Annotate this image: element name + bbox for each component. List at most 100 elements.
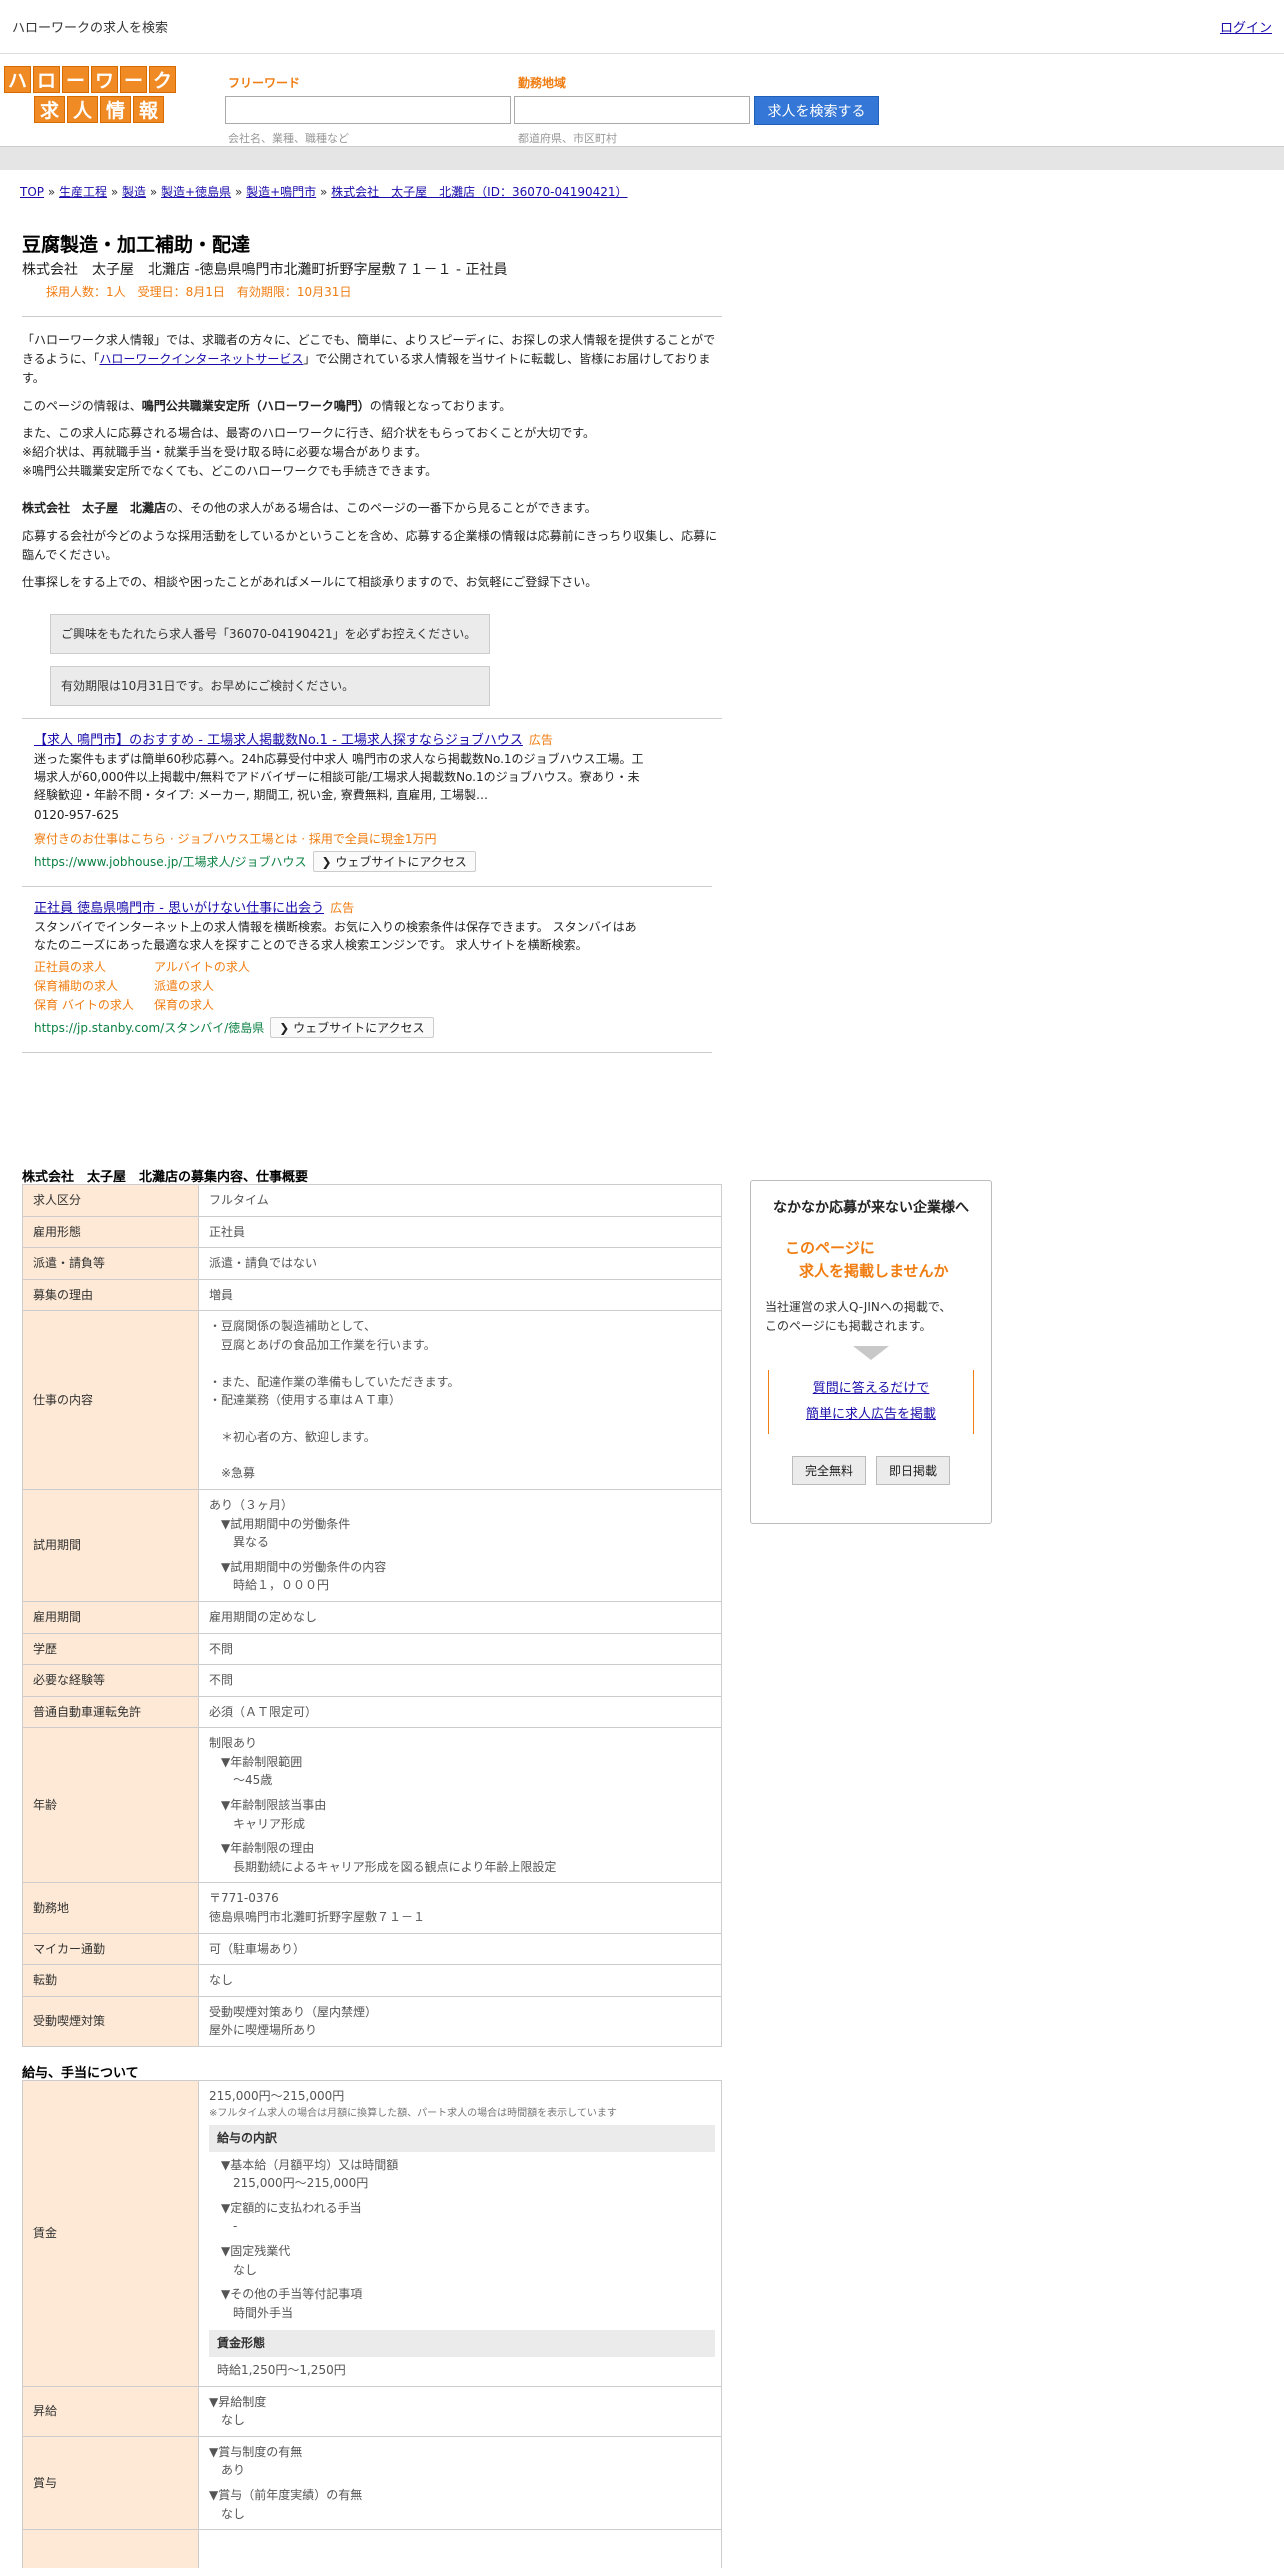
- apply-paragraph: また、この求人に応募される場合は、最寄のハローワークに行き、紹介状をもらっておく…: [22, 424, 722, 482]
- row-value: 正社員: [198, 1215, 722, 1249]
- job-desc-line: ・配達業務（使用する車はＡＴ車）: [209, 1393, 402, 1408]
- logo-char: 求: [34, 96, 65, 123]
- logo-char: 人: [67, 96, 98, 123]
- ad-sitelinks[interactable]: 寮付きのお仕事はこちら · ジョブハウス工場とは · 採用で全員に現金1万円: [34, 830, 712, 847]
- value-line: なし: [221, 2506, 246, 2521]
- login-link[interactable]: ログイン: [1220, 17, 1272, 36]
- table-row: 雇用期間 雇用期間の定めなし: [22, 1600, 722, 1634]
- value-line: 屋外に喫煙場所あり: [209, 2023, 318, 2038]
- free-button[interactable]: 完全無料: [791, 1456, 866, 1486]
- ad-url[interactable]: https://jp.stanby.com/スタンバイ/徳島県: [34, 1019, 264, 1036]
- row-value: ▼賞与制度の有無 あり ▼賞与（前年度実績）の有無 なし: [198, 2435, 722, 2531]
- row-key: 募集の理由: [22, 1278, 199, 1312]
- details-title: 株式会社 太子屋 北灘店の募集内容、仕事概要: [22, 1170, 309, 1185]
- table-row: 年齢 制限あり ▼年齢制限範囲 〜45歳 ▼年齢制限該当事由 キャリア形成 ▼年…: [22, 1727, 722, 1884]
- collect-info-paragraph: 応募する会社が今どのような採用活動をしているかということを含め、応募する企業様の…: [22, 528, 718, 562]
- breadcrumb-sep: »: [320, 185, 328, 199]
- down-arrow-icon: [853, 1346, 889, 1361]
- advertise-promo-box: なかなか応募が来ない企業様へ このページに 求人を掲載しませんか 当社運営の求人…: [750, 1180, 992, 1524]
- job-desc-line: [209, 1446, 711, 1464]
- promo-desc-line: 当社運営の求人Q-JINへの掲載で、: [765, 1300, 952, 1314]
- search-button[interactable]: 求人を検索する: [754, 96, 879, 125]
- visit-website-button[interactable]: ❯ ウェブサイトにアクセス: [270, 1017, 434, 1039]
- ad-sitelink[interactable]: 保育補助の求人: [34, 977, 154, 994]
- row-value: 制限あり ▼年齢制限範囲 〜45歳 ▼年齢制限該当事由 キャリア形成 ▼年齢制限…: [198, 1727, 722, 1884]
- logo-char: ハ: [4, 66, 31, 93]
- ad-sitelink[interactable]: アルバイトの求人: [154, 958, 274, 975]
- job-desc-line: [209, 1410, 711, 1428]
- breadcrumb-company[interactable]: 株式会社 太子屋 北灘店（ID：36070-04190421）: [331, 185, 627, 199]
- deadline-notice: 有効期限は10月31日です。お早めにご検討ください。: [50, 666, 490, 707]
- ad-item: 正社員 徳島県鳴門市 - 思いがけない仕事に出会う 広告 スタンバイでインターネッ…: [22, 887, 712, 1054]
- job-desc-line: ・豆腐関係の製造補助として、: [209, 1319, 377, 1334]
- promo-cta-link[interactable]: 簡単に求人広告を掲載: [806, 1407, 936, 1422]
- value-line: 215,000円〜215,000円: [233, 2176, 369, 2191]
- row-key: 仕事の内容: [22, 1310, 199, 1490]
- value-line: ▼年齢制限の理由: [221, 1841, 315, 1856]
- row-key: 求人区分: [22, 1184, 199, 1217]
- ad-url[interactable]: https://www.jobhouse.jp/工場求人/ジョブハウス: [34, 853, 307, 870]
- ad-link-grid: 正社員の求人 アルバイトの求人 保育補助の求人 派遣の求人 保育 バイトの求人 …: [34, 958, 712, 1013]
- intro-paragraph: 「ハローワーク求人情報」では、求職者の方々に、どこでも、簡単に、よりスピーディに…: [22, 331, 722, 389]
- job-meta: 採用人数：1人 受理日：8月1日 有効期限：10月31日: [46, 285, 352, 299]
- ad-sitelink[interactable]: 保育 バイトの求人: [34, 996, 154, 1013]
- company-line: 株式会社 太子屋 北灘店 -徳島県鳴門市北灘町折野字屋敷７１－１ - 正社員: [22, 262, 508, 278]
- main-content: 豆腐製造・加工補助・配達 株式会社 太子屋 北灘店 -徳島県鳴門市北灘町折野字屋…: [22, 230, 722, 1054]
- visit-website-button[interactable]: ❯ ウェブサイトにアクセス: [312, 851, 476, 873]
- breadcrumb-production[interactable]: 生産工程: [59, 185, 107, 199]
- breadcrumb-manufacturing[interactable]: 製造: [122, 185, 146, 199]
- header-divider: [0, 146, 1284, 170]
- ad-sitelink[interactable]: 正社員の求人: [34, 958, 154, 975]
- ad-title-link[interactable]: 正社員 徳島県鳴門市 - 思いがけない仕事に出会う: [34, 901, 324, 916]
- ad-body: スタンバイでインターネット上の求人情報を横断検索。お気に入りの検索条件は保存でき…: [34, 920, 637, 953]
- ad-sitelink[interactable]: 保育の求人: [154, 996, 274, 1013]
- table-row: 試用期間 あり（３ヶ月） ▼試用期間中の労働条件 異なる ▼試用期間中の労働条件…: [22, 1488, 722, 1602]
- table-row: [22, 2529, 722, 2568]
- table-row: マイカー通勤 可（駐車場あり）: [22, 1932, 722, 1966]
- breadcrumb-naruto[interactable]: 製造+鳴門市: [246, 185, 316, 199]
- promo-desc-line: このページにも掲載されます。: [765, 1319, 932, 1334]
- breadcrumb: TOP » 生産工程 » 製造 » 製造+徳島県 » 製造+鳴門市 » 株式会社…: [20, 183, 628, 200]
- promo-buttons: 完全無料 即日掲載: [751, 1456, 991, 1486]
- breadcrumb-sep: »: [149, 185, 158, 199]
- site-logo[interactable]: ハ ロ ー ワ ー ク 求 人 情 報: [4, 66, 180, 126]
- logo-char: ワ: [91, 66, 118, 93]
- breadcrumb-top[interactable]: TOP: [20, 185, 44, 199]
- area-input[interactable]: [514, 96, 750, 124]
- table-row: 雇用形態 正社員: [22, 1215, 722, 1249]
- row-value: 可（駐車場あり）: [198, 1932, 722, 1966]
- promo-cta: 質問に答えるだけで 簡単に求人広告を掲載: [768, 1370, 974, 1435]
- value-line: 受動喫煙対策あり（屋内禁煙）: [209, 2004, 378, 2019]
- promo-headline: このページに 求人を掲載しませんか: [751, 1237, 991, 1282]
- value-line: ▼その他の手当等付記事項: [221, 2287, 363, 2302]
- site-name: ハローワークの求人を検索: [12, 21, 169, 36]
- ad-sitelink[interactable]: 派遣の求人: [154, 977, 274, 994]
- breadcrumb-sep: »: [234, 185, 243, 199]
- freeword-input[interactable]: [225, 96, 511, 124]
- table-row: 昇給 ▼昇給制度 なし: [22, 2385, 722, 2437]
- ad-phone[interactable]: 0120-957-625: [34, 806, 644, 824]
- ad-tag: 広告: [330, 901, 355, 916]
- job-number-notice: ご興味をもたれたら求人番号「36070-04190421」を必ずお控えください。: [50, 614, 490, 655]
- area-label: 勤務地域: [518, 76, 567, 90]
- table-row: 受動喫煙対策 受動喫煙対策あり（屋内禁煙） 屋外に喫煙場所あり: [22, 1995, 722, 2048]
- ad-title-link[interactable]: 【求人 鳴門市】のおすすめ - 工場求人掲載数No.1 - 工場求人探すならジョ…: [34, 733, 523, 748]
- area-hint: 都道府県、市区町村: [518, 132, 617, 145]
- row-key: 賃金: [22, 2080, 199, 2387]
- source-paragraph: このページの情報は、鳴門公共職業安定所（ハローワーク鳴門）の情報となっております…: [22, 397, 722, 416]
- same-day-button[interactable]: 即日掲載: [876, 1456, 951, 1486]
- breadcrumb-tokushima[interactable]: 製造+徳島県: [161, 185, 231, 199]
- other-jobs-text: の、その他の求人がある場合は、このページの一番下から見ることができます。: [166, 501, 597, 516]
- promo-cta-link[interactable]: 質問に答えるだけで: [813, 1381, 930, 1396]
- hellowork-internet-link[interactable]: ハローワークインターネットサービス: [99, 352, 303, 366]
- promo-headline-line: 求人を掲載しませんか: [799, 1261, 949, 1280]
- row-value: 必須（ＡＴ限定可）: [198, 1695, 722, 1729]
- breadcrumb-sep: »: [110, 185, 119, 199]
- row-key: [22, 2529, 199, 2568]
- row-key: 普通自動車運転免許: [22, 1695, 199, 1729]
- row-value: ▼昇給制度 なし: [198, 2385, 722, 2437]
- ad-body: 迷った案件もまずは簡単60秒応募へ。24h応募受付中求人 鳴門市の求人なら掲載数…: [34, 752, 644, 803]
- wage-form-value: 時給1,250円〜1,250円: [217, 2363, 346, 2378]
- value-line: ▼基本給（月額平均）又は時間額: [221, 2157, 399, 2172]
- row-value: [198, 2529, 722, 2568]
